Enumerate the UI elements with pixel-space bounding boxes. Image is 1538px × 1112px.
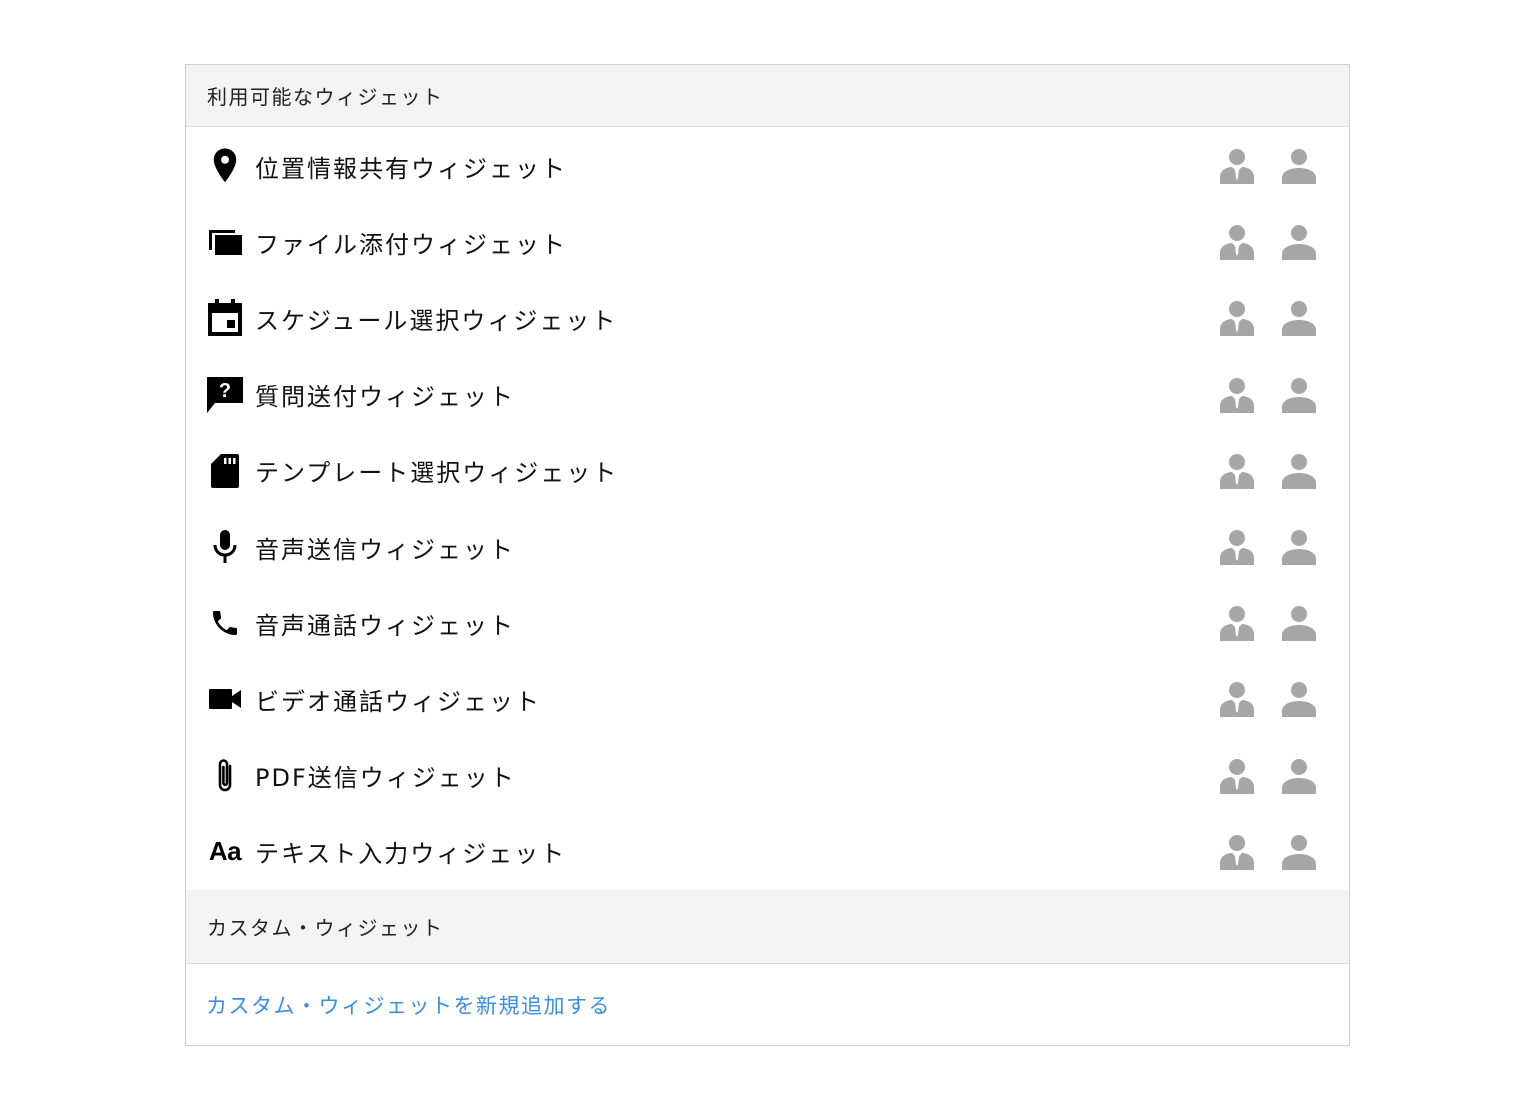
user-icon[interactable]	[1281, 453, 1317, 489]
role-icons	[1219, 529, 1317, 566]
location-pin-icon	[205, 146, 245, 186]
widget-label: スケジュール選択ウィジェット	[255, 306, 618, 335]
available-widgets-title: 利用可能なウィジェット	[207, 85, 444, 109]
widget-row-file[interactable]: ファイル添付ウィジェット	[186, 204, 1349, 280]
user-icon[interactable]	[1281, 605, 1317, 642]
widget-settings-panel: 利用可能なウィジェット 位置情報共有ウィジェット ファイル添付ウィジェット スケ…	[185, 64, 1350, 1046]
user-icon[interactable]	[1281, 300, 1317, 337]
file-stack-icon	[205, 222, 245, 262]
sd-card-icon	[205, 451, 245, 491]
widget-label: テキスト入力ウィジェット	[255, 840, 567, 869]
user-icon[interactable]	[1281, 224, 1317, 261]
role-icons	[1219, 377, 1317, 413]
widget-label: 音声通話ウィジェット	[255, 611, 515, 640]
add-custom-widget-row: カスタム・ウィジェットを新規追加する	[186, 964, 1349, 1046]
microphone-icon	[205, 527, 245, 567]
user-icon[interactable]	[1281, 681, 1317, 718]
widget-label: PDF送信ウィジェット	[255, 764, 516, 793]
user-icon[interactable]	[1281, 834, 1317, 870]
widget-row-template[interactable]: テンプレート選択ウィジェット	[186, 433, 1349, 509]
role-icons	[1219, 605, 1317, 642]
operator-icon[interactable]	[1219, 377, 1255, 413]
operator-icon[interactable]	[1219, 453, 1255, 489]
role-icons	[1219, 300, 1317, 337]
operator-icon[interactable]	[1219, 834, 1255, 870]
role-icons	[1219, 148, 1317, 185]
widget-row-text-input[interactable]: Aa テキスト入力ウィジェット	[186, 814, 1349, 890]
user-icon[interactable]	[1281, 377, 1317, 413]
role-icons	[1219, 224, 1317, 261]
user-icon[interactable]	[1281, 529, 1317, 566]
widget-row-schedule[interactable]: スケジュール選択ウィジェット	[186, 280, 1349, 356]
operator-icon[interactable]	[1219, 148, 1255, 185]
operator-icon[interactable]	[1219, 224, 1255, 261]
role-icons	[1219, 681, 1317, 718]
widget-row-pdf[interactable]: PDF送信ウィジェット	[186, 738, 1349, 814]
user-icon[interactable]	[1281, 148, 1317, 185]
available-widgets-header: 利用可能なウィジェット	[186, 65, 1349, 127]
widget-row-question[interactable]: ? 質問送付ウィジェット	[186, 357, 1349, 433]
widget-row-voice-send[interactable]: 音声送信ウィジェット	[186, 509, 1349, 585]
text-aa-icon: Aa	[205, 832, 245, 872]
custom-widgets-header: カスタム・ウィジェット	[186, 890, 1349, 964]
widget-label: 音声送信ウィジェット	[255, 535, 515, 564]
widget-row-voice-call[interactable]: 音声通話ウィジェット	[186, 585, 1349, 661]
operator-icon[interactable]	[1219, 529, 1255, 566]
user-icon[interactable]	[1281, 758, 1317, 794]
question-bubble-icon: ?	[205, 375, 245, 415]
text-aa-glyph: Aa	[208, 836, 242, 867]
operator-icon[interactable]	[1219, 758, 1255, 794]
widget-label: 位置情報共有ウィジェット	[255, 154, 567, 183]
calendar-icon	[205, 298, 245, 338]
role-icons	[1219, 758, 1317, 794]
widget-list: 位置情報共有ウィジェット ファイル添付ウィジェット スケジュール選択ウィジェット	[186, 127, 1349, 890]
widget-label: テンプレート選択ウィジェット	[255, 459, 619, 488]
paperclip-icon	[205, 756, 245, 796]
widget-label: ファイル添付ウィジェット	[255, 230, 567, 259]
phone-icon	[205, 603, 245, 643]
widget-label: 質問送付ウィジェット	[255, 383, 515, 412]
role-icons	[1219, 453, 1317, 489]
operator-icon[interactable]	[1219, 605, 1255, 642]
widget-row-location[interactable]: 位置情報共有ウィジェット	[186, 128, 1349, 204]
operator-icon[interactable]	[1219, 300, 1255, 337]
widget-label: ビデオ通話ウィジェット	[255, 687, 541, 716]
widget-row-video-call[interactable]: ビデオ通話ウィジェット	[186, 661, 1349, 737]
video-camera-icon	[205, 679, 245, 719]
role-icons	[1219, 834, 1317, 870]
operator-icon[interactable]	[1219, 681, 1255, 718]
custom-widgets-title: カスタム・ウィジェット	[207, 916, 444, 940]
add-custom-widget-link[interactable]: カスタム・ウィジェットを新規追加する	[206, 990, 611, 1020]
svg-text:?: ?	[219, 380, 231, 402]
